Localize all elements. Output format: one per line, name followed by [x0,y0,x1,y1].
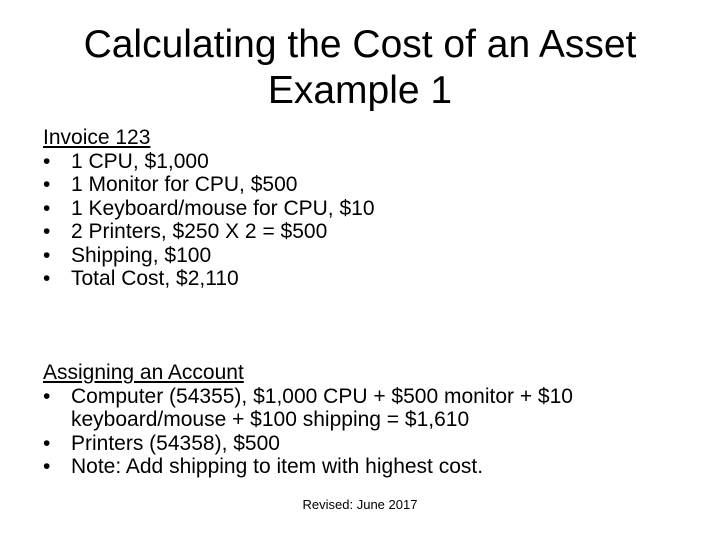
bullet-icon: • [43,431,51,455]
list-item: • 1 CPU, $1,000 [43,150,683,174]
bullet-icon: • [43,196,51,220]
invoice-item-text: Total Cost, $2,110 [71,267,239,290]
invoice-item-text: 2 Printers, $250 X 2 = $500 [71,220,328,243]
account-item-list: • Computer (54355), $1,000 CPU + $500 mon… [43,385,683,479]
invoice-item-text: 1 Monitor for CPU, $500 [71,173,298,196]
invoice-section: Invoice 123 • 1 CPU, $1,000 • 1 Monitor fo… [43,126,683,291]
list-item: • 2 Printers, $250 X 2 = $500 [43,220,683,244]
account-heading: Assigning an Account [43,361,244,384]
revised-date-footer: Revised: June 2017 [302,497,418,512]
slide-title-line-1: Calculating the Cost of an Asset [83,23,637,66]
bullet-icon: • [43,455,51,478]
bullet-icon: • [43,149,51,173]
account-item-text: Printers (54358), $500 [71,431,280,455]
bullet-icon: • [43,384,51,408]
invoice-item-text: 1 CPU, $1,000 [71,149,209,173]
account-section: Assigning an Account • Computer (54355), … [43,361,683,479]
account-item-text: Computer (54355), $1,000 CPU + $500 moni… [71,384,573,432]
list-item: • 1 Keyboard/mouse for CPU, $10 [43,197,683,221]
invoice-item-list: • 1 CPU, $1,000 • 1 Monitor for CPU, $500 … [43,150,683,291]
bullet-icon: • [43,267,51,290]
list-item: • Note: Add shipping to item with highest… [43,455,683,479]
slide-title: Calculating the Cost of an Asset Example… [0,22,720,114]
bullet-icon: • [43,220,51,243]
invoice-item-text: Shipping, $100 [71,243,212,267]
list-item: • Shipping, $100 [43,244,683,268]
account-item-text: Note: Add shipping to item with highest … [71,455,484,478]
invoice-item-text: 1 Keyboard/mouse for CPU, $10 [71,196,375,220]
list-item: • Printers (54358), $500 [43,432,683,456]
bullet-icon: • [43,243,51,267]
list-item: • 1 Monitor for CPU, $500 [43,173,683,197]
list-item: • Total Cost, $2,110 [43,267,683,291]
slide-title-line-2: Example 1 [267,69,453,112]
list-item: • Computer (54355), $1,000 CPU + $500 mon… [43,385,683,432]
invoice-heading: Invoice 123 [43,126,151,149]
bullet-icon: • [43,173,51,196]
